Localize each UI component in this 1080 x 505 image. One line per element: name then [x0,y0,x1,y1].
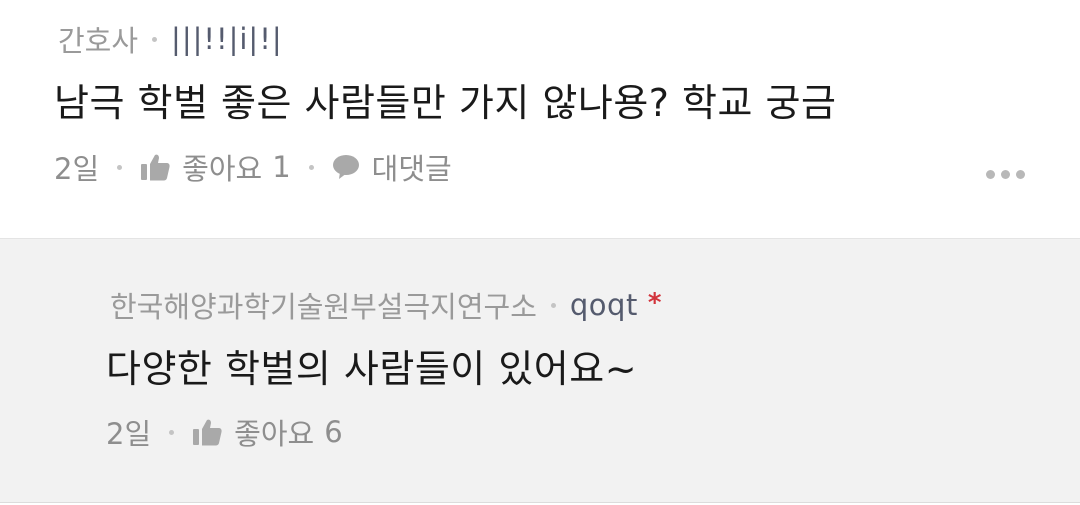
separator-dot [550,302,556,308]
like-label: 좋아요 [234,417,315,451]
thumbs-up-icon [140,153,170,181]
more-horizontal-icon [1016,170,1025,179]
separator-dot [169,429,175,435]
comment-meta: 간호사 |||!!|i|!| [58,18,283,60]
reply-comment: 한국해양과학기술원부설극지연구소 qoqt * 다양한 학벌의 사람들이 있어요… [0,238,1080,502]
author-company: 한국해양과학기술원부설극지연구소 [110,290,537,324]
more-horizontal-icon [986,170,995,179]
like-button[interactable]: 좋아요 6 [192,411,343,453]
author-nickname[interactable]: |||!!|i|!| [171,22,283,56]
divider [0,502,1080,503]
reply-label: 대댓글 [371,152,452,186]
thumbs-up-icon [192,418,222,446]
like-label: 좋아요 [182,152,263,186]
speech-bubble-icon [332,154,360,180]
comment-text: 남극 학벌 좋은 사람들만 가지 않나용? 학교 궁금 [54,81,837,125]
separator-dot [152,36,158,42]
reply-button[interactable]: 대댓글 [332,146,452,188]
comment: 간호사 |||!!|i|!| 남극 학벌 좋은 사람들만 가지 않나용? 학교 … [0,0,1080,238]
comment-actions: 2일 좋아요 1 대댓글 [54,146,452,188]
comment-time: 2일 [54,152,100,186]
like-count: 1 [272,150,291,184]
like-button[interactable]: 좋아요 1 [140,146,291,188]
separator-dot [117,164,123,170]
author-category: 간호사 [58,24,139,58]
reply-text: 다양한 학벌의 사람들이 있어요~ [106,347,638,391]
reply-actions: 2일 좋아요 6 [106,411,343,453]
reply-time: 2일 [106,417,152,451]
reply-meta: 한국해양과학기술원부설극지연구소 qoqt * [110,284,661,326]
author-nickname[interactable]: qoqt [570,288,638,322]
more-options-button[interactable] [986,170,1025,179]
like-count: 6 [324,415,343,449]
author-badge: * [647,288,662,318]
separator-dot [308,164,314,170]
more-horizontal-icon [1001,170,1010,179]
